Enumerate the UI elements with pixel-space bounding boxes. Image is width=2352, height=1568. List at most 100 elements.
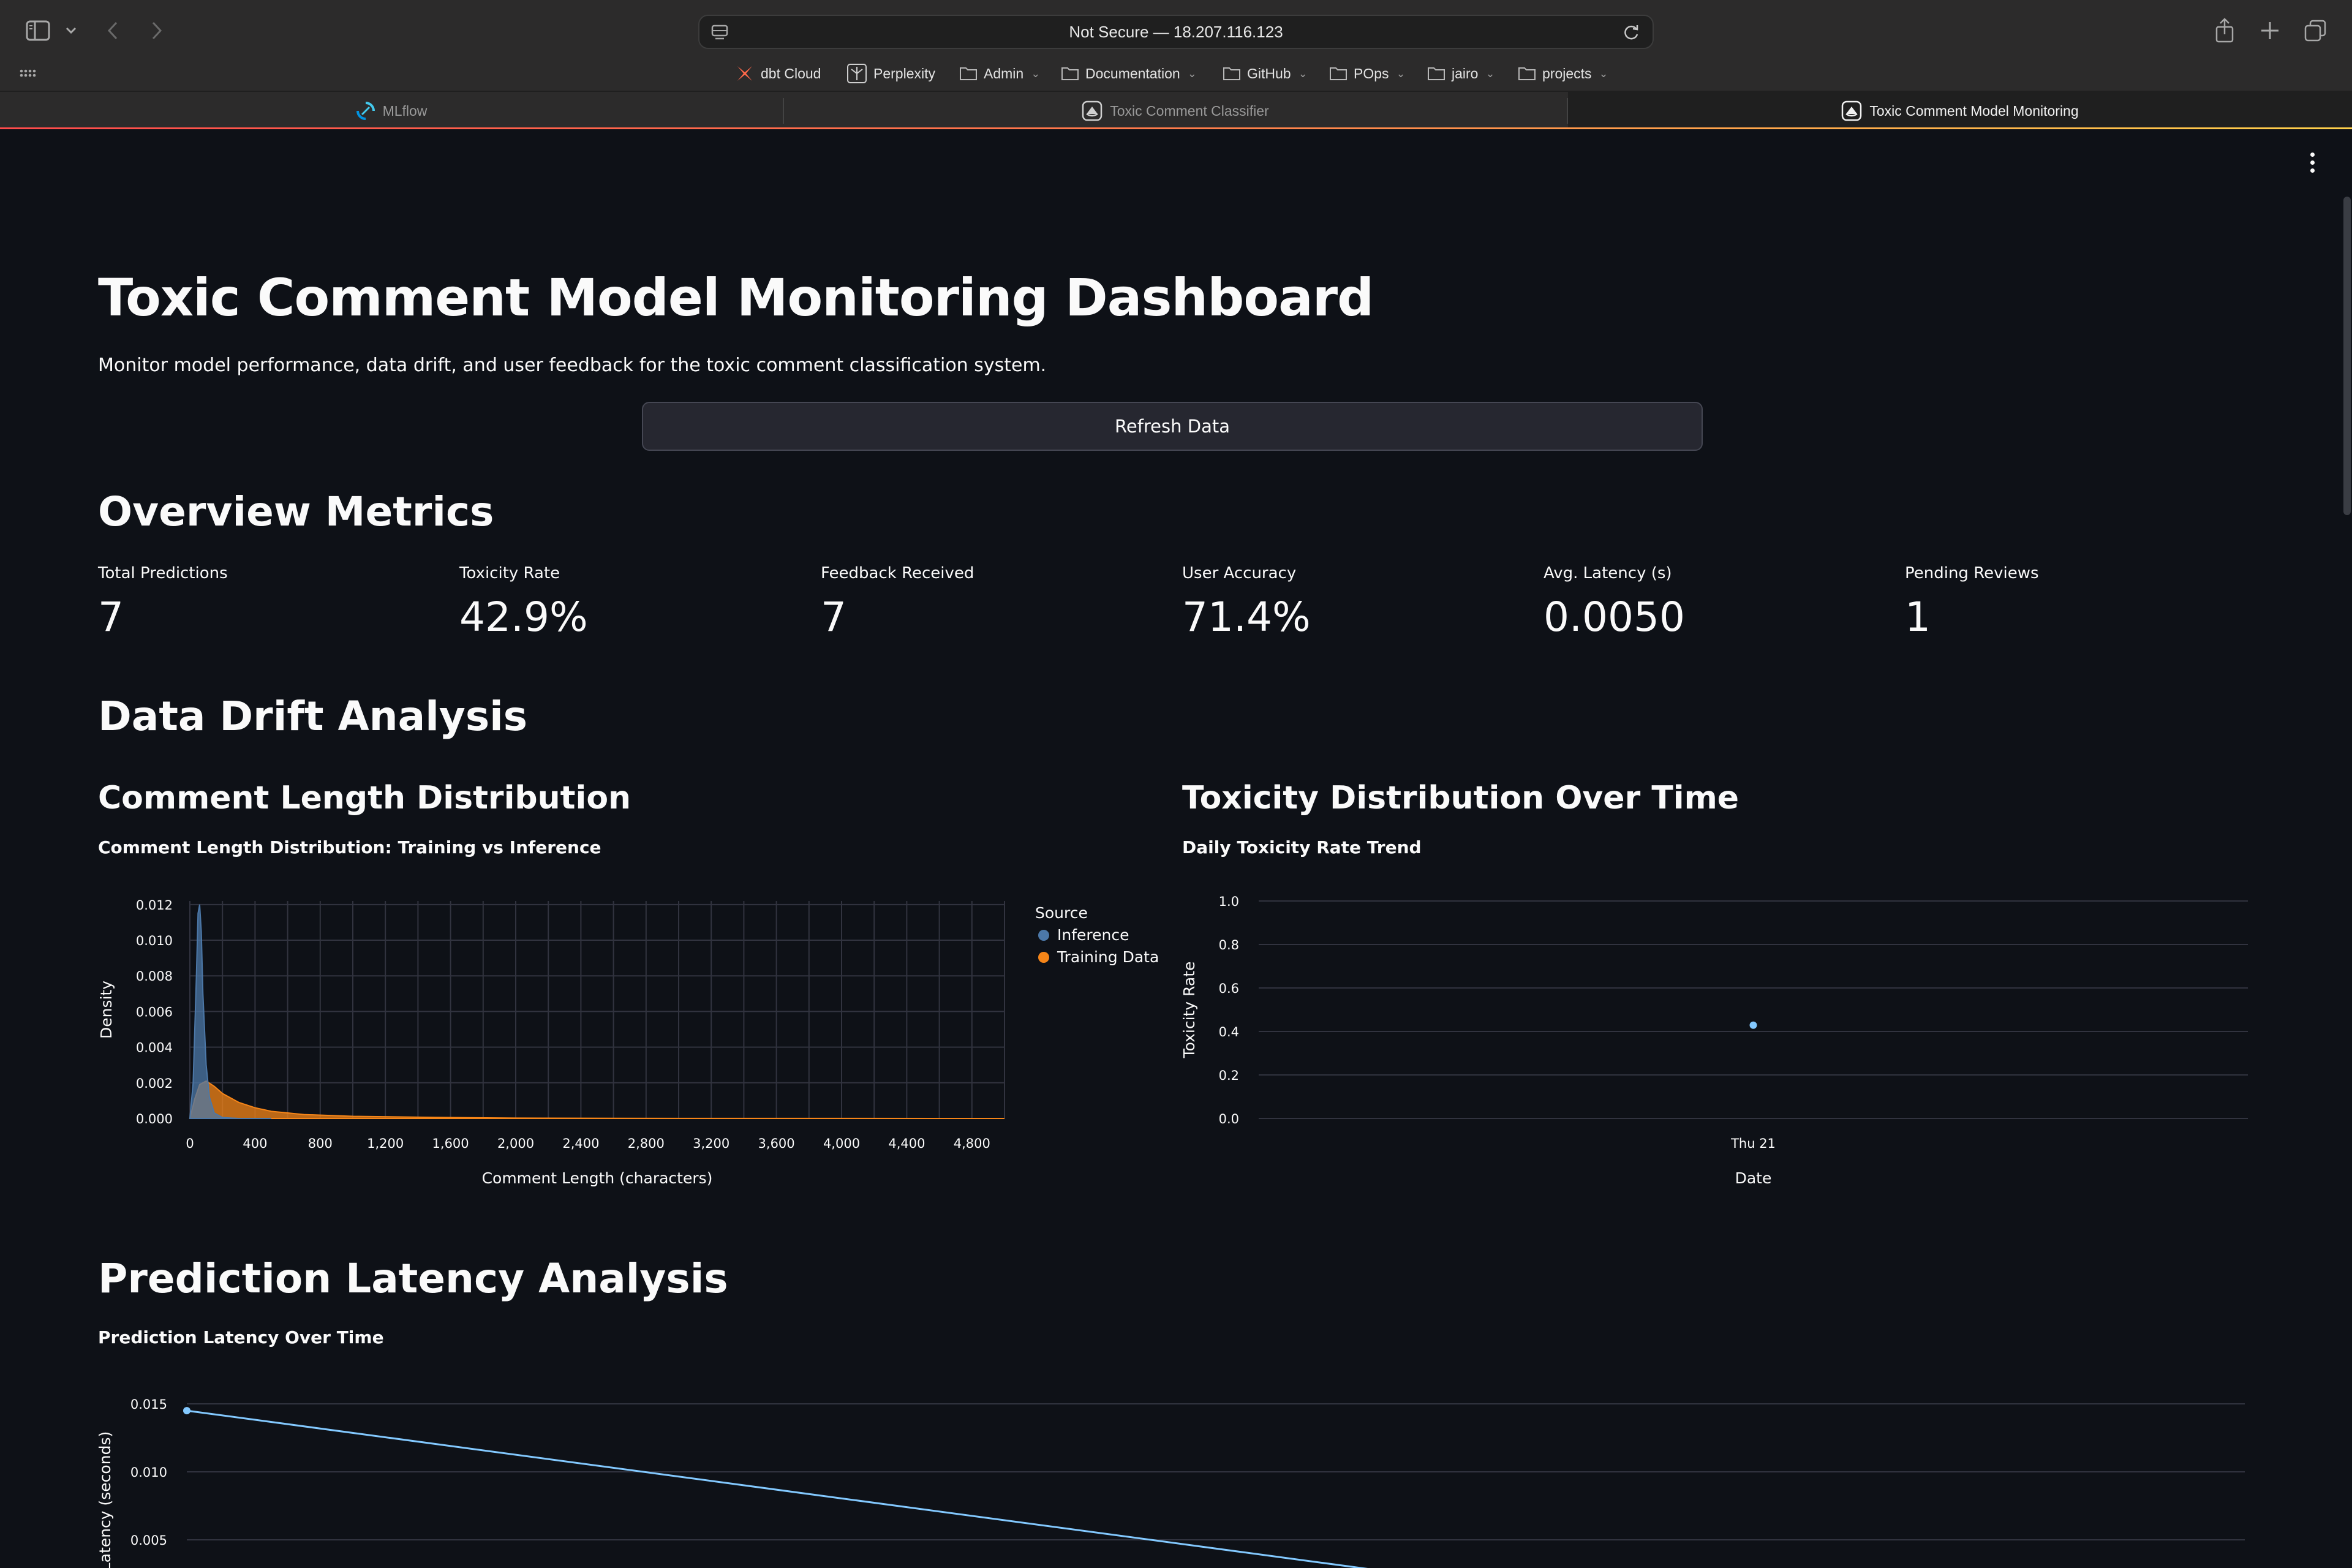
x-axis-title: Date	[1735, 1169, 1772, 1187]
metric-value: 71.4%	[1182, 594, 1311, 641]
y-tick-label: 0.2	[1219, 1068, 1239, 1083]
streamlit-icon	[1082, 100, 1102, 121]
chevron-down-icon: ⌄	[1396, 67, 1406, 80]
chevron-down-icon: ⌄	[1298, 67, 1308, 80]
chart-title: Comment Length Distribution: Training vs…	[98, 837, 601, 858]
x-tick-label: 4,000	[823, 1136, 860, 1151]
x-tick-label: 4,400	[888, 1136, 925, 1151]
share-icon[interactable]	[2211, 16, 2238, 45]
y-tick-label: 0.010	[130, 1465, 167, 1480]
bookmark-pops[interactable]: POps ⌄	[1329, 61, 1406, 86]
bookmark-github[interactable]: GitHub ⌄	[1223, 61, 1308, 86]
tab-overview-icon[interactable]	[2301, 16, 2330, 45]
metric-label: Total Predictions	[98, 564, 228, 582]
chevron-down-icon: ⌄	[1031, 67, 1041, 80]
x-tick-label: Thu 21	[1730, 1136, 1776, 1151]
bookmark-label: projects	[1542, 65, 1592, 81]
plus-icon[interactable]	[2255, 16, 2285, 45]
chevron-down-icon[interactable]	[62, 21, 80, 40]
scrollbar[interactable]	[2343, 197, 2351, 515]
folder-icon	[960, 67, 977, 80]
folder-icon	[1330, 67, 1347, 80]
bookmark-dbt-cloud[interactable]: dbt Cloud	[735, 61, 821, 86]
bookmark-label: Perplexity	[873, 65, 935, 81]
chevron-down-icon: ⌄	[1485, 67, 1495, 80]
y-tick-label: 0.6	[1219, 981, 1239, 996]
tab-toxic-comment-classifier[interactable]: Toxic Comment Classifier	[784, 92, 1567, 130]
x-tick-label: 2,800	[628, 1136, 665, 1151]
bookmark-projects[interactable]: projects ⌄	[1518, 61, 1608, 86]
x-axis-title: Comment Length (characters)	[482, 1169, 713, 1187]
page-settings-icon[interactable]	[710, 23, 729, 42]
tab-mlflow[interactable]: MLflow	[0, 92, 783, 130]
y-axis-title: Toxicity Rate	[1180, 962, 1198, 1059]
address-bar[interactable]: Not Secure — 18.207.116.123	[698, 15, 1654, 49]
legend-label: Inference	[1057, 926, 1129, 944]
metric-value: 0.0050	[1544, 594, 1685, 641]
back-arrow-icon[interactable]	[100, 17, 125, 44]
y-tick-label: 0.8	[1219, 938, 1239, 952]
x-tick-label: 2,400	[562, 1136, 599, 1151]
bookmark-label: GitHub	[1247, 65, 1291, 81]
metric-label: Pending Reviews	[1905, 564, 2039, 582]
metric-pending-reviews: Pending Reviews 1	[1905, 564, 2248, 641]
y-tick-label: 0.006	[136, 1005, 173, 1019]
refresh-data-button[interactable]: Refresh Data	[642, 402, 1703, 451]
bookmark-jairo[interactable]: jairo ⌄	[1427, 61, 1495, 86]
y-tick-label: 0.000	[136, 1112, 173, 1126]
bookmark-documentation[interactable]: Documentation ⌄	[1061, 61, 1197, 86]
bookmark-admin[interactable]: Admin ⌄	[959, 61, 1040, 86]
y-axis-title: Density	[97, 981, 115, 1039]
metric-toxicity-rate: Toxicity Rate 42.9%	[459, 564, 802, 641]
chart-title: Prediction Latency Over Time	[98, 1327, 384, 1348]
legend-swatch	[1038, 930, 1049, 941]
folder-icon	[1223, 67, 1240, 80]
metric-value: 42.9%	[459, 594, 588, 641]
dbt-logo-icon	[737, 66, 752, 81]
metric-total-predictions: Total Predictions 7	[98, 564, 441, 641]
toxicity-trend-chart: 0.0 0.2 0.4 0.6 0.8 1.0 Thu 21 Date Toxicity Rat…	[1180, 894, 2248, 1187]
x-tick-label: 3,200	[693, 1136, 729, 1151]
tab-label: MLflow	[382, 102, 428, 119]
y-tick-label: 0.008	[136, 969, 173, 984]
page-title: Toxic Comment Model Monitoring Dashboard	[98, 268, 1374, 328]
metric-value: 1	[1905, 594, 1931, 641]
sidebar-toggle-icon[interactable]	[24, 18, 51, 43]
subheading-toxicity-over-time: Toxicity Distribution Over Time	[1182, 780, 1740, 816]
streamlit-icon	[1842, 100, 1862, 121]
streamlit-app: Toxic Comment Model Monitoring Dashboard…	[0, 129, 2352, 1568]
x-tick-label: 2,000	[497, 1136, 534, 1151]
y-tick-label: 0.004	[136, 1041, 173, 1055]
browser-chrome: Not Secure — 18.207.116.123 dbt Cloud Pe…	[0, 0, 2352, 130]
x-tick-label: 400	[243, 1136, 267, 1151]
x-tick-label: 4,800	[954, 1136, 990, 1151]
x-tick-label: 0	[186, 1136, 194, 1151]
bookmark-label: dbt Cloud	[761, 65, 821, 81]
y-tick-label: 0.002	[136, 1076, 173, 1091]
folder-icon	[1518, 67, 1536, 80]
forward-arrow-icon[interactable]	[145, 17, 169, 44]
bookmark-perplexity[interactable]: Perplexity	[846, 61, 935, 86]
mlflow-icon	[356, 102, 375, 120]
main-menu-icon[interactable]	[2303, 150, 2321, 175]
bookmark-label: POps	[1354, 65, 1389, 81]
y-tick-label: 0.0	[1219, 1112, 1239, 1126]
latency-line	[186, 1409, 1368, 1568]
reload-icon[interactable]	[1621, 22, 1642, 43]
data-point	[183, 1407, 190, 1415]
metric-label: Feedback Received	[821, 564, 974, 582]
area-training-data	[189, 1080, 1005, 1119]
section-heading-overview: Overview Metrics	[98, 488, 494, 535]
browser-toolbar: Not Secure — 18.207.116.123	[0, 0, 2352, 62]
data-point	[1749, 1021, 1757, 1029]
y-tick-label: 0.005	[130, 1533, 167, 1548]
legend-title: Source	[1035, 904, 1088, 922]
perplexity-icon	[847, 64, 867, 83]
subheading-comment-length: Comment Length Distribution	[98, 780, 631, 816]
section-heading-latency: Prediction Latency Analysis	[98, 1255, 728, 1302]
x-tick-label: 1,200	[367, 1136, 404, 1151]
apps-grid-icon[interactable]	[18, 65, 37, 83]
metric-user-accuracy: User Accuracy 71.4%	[1182, 564, 1525, 641]
tab-toxic-comment-model-monitoring[interactable]: Toxic Comment Model Monitoring	[1568, 92, 2352, 130]
bookmarks-bar: dbt Cloud Perplexity Admin ⌄ Documentatio…	[0, 61, 2352, 86]
